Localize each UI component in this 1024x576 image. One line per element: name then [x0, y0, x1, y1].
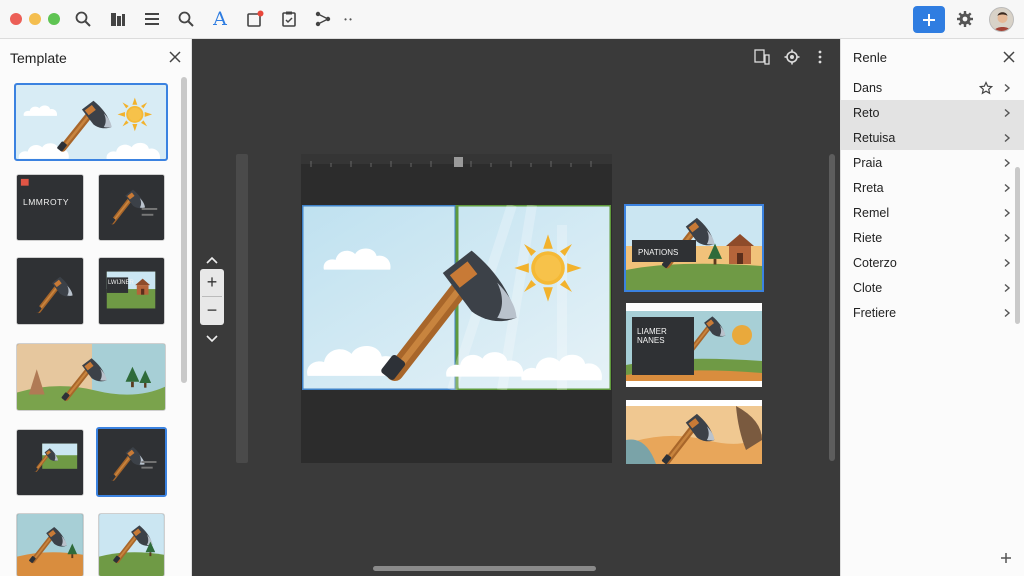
- template-thumbnail[interactable]: [16, 513, 84, 576]
- chevron-right-icon: [1004, 158, 1011, 167]
- template-thumbnail[interactable]: LMMROTY: [16, 174, 84, 241]
- properties-item-label: Rreta: [853, 180, 884, 195]
- slide-thumbnail[interactable]: LIAMER NANES: [626, 303, 762, 387]
- chevron-right-icon: [1004, 108, 1011, 117]
- add-icon[interactable]: [999, 551, 1013, 565]
- zoom-in-button[interactable]: +: [200, 269, 224, 296]
- properties-item[interactable]: Fretiere: [841, 300, 1024, 325]
- chevron-right-icon: [1004, 283, 1011, 292]
- properties-item-label: Riete: [853, 230, 883, 245]
- properties-item[interactable]: Coterzo: [841, 250, 1024, 275]
- zoom-control: + −: [200, 269, 224, 325]
- chevron-right-icon: [1004, 133, 1011, 142]
- share-icon[interactable]: [312, 8, 334, 30]
- chevron-right-icon: [1004, 258, 1011, 267]
- main-slide[interactable]: [302, 205, 611, 390]
- properties-item[interactable]: Retuisa: [841, 125, 1024, 150]
- properties-item-label: Clote: [853, 280, 883, 295]
- avatar[interactable]: [989, 7, 1014, 32]
- close-icon[interactable]: [1002, 50, 1016, 64]
- zoom-out-button[interactable]: −: [200, 297, 224, 324]
- add-button[interactable]: [913, 6, 945, 33]
- properties-item[interactable]: Riete: [841, 225, 1024, 250]
- chevron-right-icon: [1004, 308, 1011, 317]
- template-thumbnail[interactable]: [96, 427, 167, 497]
- properties-item[interactable]: Reto: [841, 100, 1024, 125]
- template-thumbnail[interactable]: LWIJNER: [98, 257, 165, 325]
- vertical-ruler: [236, 154, 248, 463]
- properties-item[interactable]: Rreta: [841, 175, 1024, 200]
- list-icon[interactable]: [141, 8, 163, 30]
- close-window-button[interactable]: [10, 13, 22, 25]
- layout-icon[interactable]: [754, 49, 770, 65]
- template-thumbnail[interactable]: [16, 343, 166, 411]
- template-thumbnail-title: LWIJNER: [108, 280, 134, 286]
- search-icon[interactable]: [175, 8, 197, 30]
- gear-icon[interactable]: [784, 49, 800, 65]
- slide-editor: + − PNATIONS LIAMER NANES: [192, 39, 840, 576]
- chevron-right-icon: [1004, 83, 1011, 92]
- properties-item-label: Fretiere: [853, 305, 897, 320]
- slide-thumbnail-title: PNATIONS: [638, 248, 679, 257]
- properties-item[interactable]: Remel: [841, 200, 1024, 225]
- properties-item-label: Remel: [853, 205, 890, 220]
- template-thumbnail[interactable]: [16, 429, 84, 496]
- chevron-down-icon[interactable]: [204, 332, 220, 344]
- properties-item-label: Praia: [853, 155, 883, 170]
- chevron-up-icon[interactable]: [204, 253, 220, 265]
- editor-horizontal-scrollbar[interactable]: [373, 566, 596, 571]
- library-icon[interactable]: [107, 8, 129, 30]
- horizontal-ruler: [301, 154, 612, 167]
- template-thumbnail-title: LMMROTY: [23, 197, 69, 207]
- slide-thumbnail[interactable]: [626, 400, 762, 464]
- text-style-icon[interactable]: A: [209, 8, 231, 30]
- properties-scrollbar[interactable]: [1015, 167, 1020, 324]
- template-panel: Template LMMROTY LWIJNER: [0, 39, 192, 576]
- editor-vertical-scrollbar[interactable]: [829, 154, 835, 461]
- search-icon[interactable]: [72, 8, 94, 30]
- properties-panel: Renle Dans Reto Retuisa Praia Rreta Remel Riet…: [840, 39, 1024, 576]
- properties-item-label: Dans: [853, 80, 883, 95]
- properties-item-label: Coterzo: [853, 255, 897, 270]
- properties-panel-title: Renle: [853, 50, 887, 65]
- checklist-icon[interactable]: [278, 8, 300, 30]
- properties-item[interactable]: Praia: [841, 150, 1024, 175]
- slide-thumbnail-title: LIAMER NANES: [637, 327, 667, 345]
- star-icon[interactable]: [979, 80, 993, 95]
- more-tools-icon[interactable]: • •: [338, 8, 358, 30]
- template-panel-title: Template: [10, 50, 67, 66]
- template-thumbnail[interactable]: [14, 83, 168, 161]
- maximize-window-button[interactable]: [48, 13, 60, 25]
- close-icon[interactable]: [168, 50, 182, 64]
- gear-icon[interactable]: [954, 8, 976, 30]
- more-options-icon[interactable]: [812, 49, 822, 65]
- properties-item[interactable]: Dans: [841, 75, 1024, 100]
- template-thumbnail[interactable]: [98, 174, 165, 241]
- properties-item-label: Retuisa: [853, 130, 896, 145]
- chevron-right-icon: [1004, 233, 1011, 242]
- template-panel-scrollbar[interactable]: [181, 77, 187, 383]
- properties-item[interactable]: Clote: [841, 275, 1024, 300]
- chevron-right-icon: [1004, 183, 1011, 192]
- chevron-right-icon: [1004, 208, 1011, 217]
- minimize-window-button[interactable]: [29, 13, 41, 25]
- slide-thumbnail[interactable]: PNATIONS: [624, 204, 764, 292]
- properties-item-label: Reto: [853, 105, 880, 120]
- template-thumbnail[interactable]: [16, 257, 84, 325]
- top-toolbar: A • •: [0, 0, 1024, 39]
- template-thumbnail[interactable]: [98, 513, 165, 576]
- notification-icon[interactable]: [244, 8, 266, 30]
